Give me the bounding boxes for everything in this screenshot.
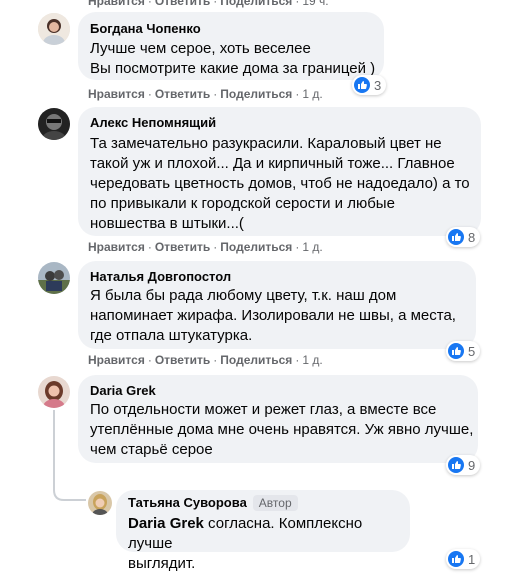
reply-author[interactable]: Татьяна Суворова	[128, 495, 247, 510]
comment-text: По отдельности может и режет глаз, а вме…	[90, 400, 473, 460]
timestamp[interactable]: 19 ч.	[302, 0, 328, 8]
reply-link[interactable]: Ответить	[155, 0, 210, 8]
comment-line: По отдельности может и режет глаз, а вме…	[90, 401, 437, 418]
reply-text: Daria Grek согласна. Комплексно лучше вы…	[128, 515, 363, 572]
comment-bubble: Наталья Довгопостол Я была бы рада любом…	[78, 261, 476, 349]
reply-link[interactable]: Ответить	[155, 353, 210, 367]
share-link[interactable]: Поделиться	[220, 353, 292, 367]
avatar[interactable]	[38, 108, 70, 140]
like-reaction-icon	[448, 229, 464, 245]
share-link[interactable]: Поделиться	[220, 0, 292, 8]
comment-line: новшества в штыки...(	[90, 215, 244, 232]
mention-link[interactable]: Daria Grek	[128, 515, 204, 532]
comment-line: утеплённые дома мне очень нравятся. Уж я…	[90, 421, 474, 438]
comment-line: чередовать цветность домов, чтоб не надо…	[90, 175, 470, 192]
like-link[interactable]: Нравится	[88, 0, 145, 8]
author-badge: Автор	[252, 495, 298, 511]
comment-line: такой уж и плохой... Да и кирпичный тоже…	[90, 155, 455, 172]
comment-line: напоминает жирафа. Изолировали не швы, а…	[90, 307, 456, 324]
reply-link[interactable]: Ответить	[155, 87, 210, 101]
like-link[interactable]: Нравится	[88, 87, 145, 101]
share-link[interactable]: Поделиться	[220, 240, 292, 254]
like-link[interactable]: Нравится	[88, 240, 145, 254]
avatar[interactable]	[38, 13, 70, 45]
avatar[interactable]	[38, 262, 70, 294]
reaction-count[interactable]: 5	[446, 341, 481, 361]
comment-line: чем старьё серое	[90, 441, 213, 458]
timestamp[interactable]: 1 д.	[302, 240, 322, 254]
comment-bubble: Алекс Непомнящий Та замечательно разукра…	[78, 107, 481, 236]
like-link[interactable]: Нравится	[88, 353, 145, 367]
comment-actions: Нравится · Ответить · Поделиться · 1 д.	[88, 87, 323, 101]
reaction-count[interactable]: 9	[446, 455, 481, 475]
comment-author[interactable]: Наталья Довгопостол	[90, 269, 231, 284]
comment-bubble: Богдана Чопенко Лучше чем серое, хоть ве…	[78, 12, 384, 80]
comment-author[interactable]: Богдана Чопенко	[90, 21, 201, 36]
reply-link[interactable]: Ответить	[155, 240, 210, 254]
avatar[interactable]	[88, 491, 112, 515]
like-reaction-icon	[448, 457, 464, 473]
avatar[interactable]	[38, 376, 70, 408]
comment-actions: Нравится · Ответить · Поделиться · 1 д.	[88, 353, 323, 367]
thread-connector	[53, 410, 86, 501]
comment-text: Та замечательно разукрасили. Караловый ц…	[90, 134, 470, 234]
comment-line: где отпала штукатурка.	[90, 327, 253, 344]
share-link[interactable]: Поделиться	[220, 87, 292, 101]
comment-author[interactable]: Daria Grek	[90, 383, 156, 398]
reaction-count[interactable]: 3	[352, 75, 387, 95]
comment-line: Лучше чем серое, хоть веселее	[90, 40, 311, 57]
comment-text: Лучше чем серое, хоть веселее Вы посмотр…	[90, 39, 375, 79]
comment-actions-top: Нравится · Ответить · Поделиться · 19 ч.	[88, 0, 329, 8]
like-reaction-icon	[448, 343, 464, 359]
comment-line: по привыкали к городской серости и любые	[90, 195, 395, 212]
reply-bubble: Татьяна Суворова Автор Daria Grek согласн…	[116, 490, 410, 572]
reply-author-row: Татьяна Суворова Автор	[128, 495, 298, 511]
reaction-count[interactable]: 8	[446, 227, 481, 247]
like-reaction-icon	[354, 77, 370, 93]
comment-actions: Нравится · Ответить · Поделиться · 1 д.	[88, 240, 323, 254]
comment-bubble: Daria Grek По отдельности может и режет …	[78, 375, 478, 463]
comment-author[interactable]: Алекс Непомнящий	[90, 115, 216, 130]
like-reaction-icon	[448, 551, 464, 567]
comment-line: Та замечательно разукрасили. Караловый ц…	[90, 135, 442, 152]
comment-line: Вы посмотрите какие дома за границей )	[90, 60, 376, 77]
timestamp[interactable]: 1 д.	[302, 353, 322, 367]
comment-text: Я была бы рада любому цвету, т.к. наш до…	[90, 286, 456, 346]
timestamp[interactable]: 1 д.	[302, 87, 322, 101]
reaction-count[interactable]: 1	[446, 549, 481, 569]
comment-line: Я была бы рада любому цвету, т.к. наш до…	[90, 287, 397, 304]
